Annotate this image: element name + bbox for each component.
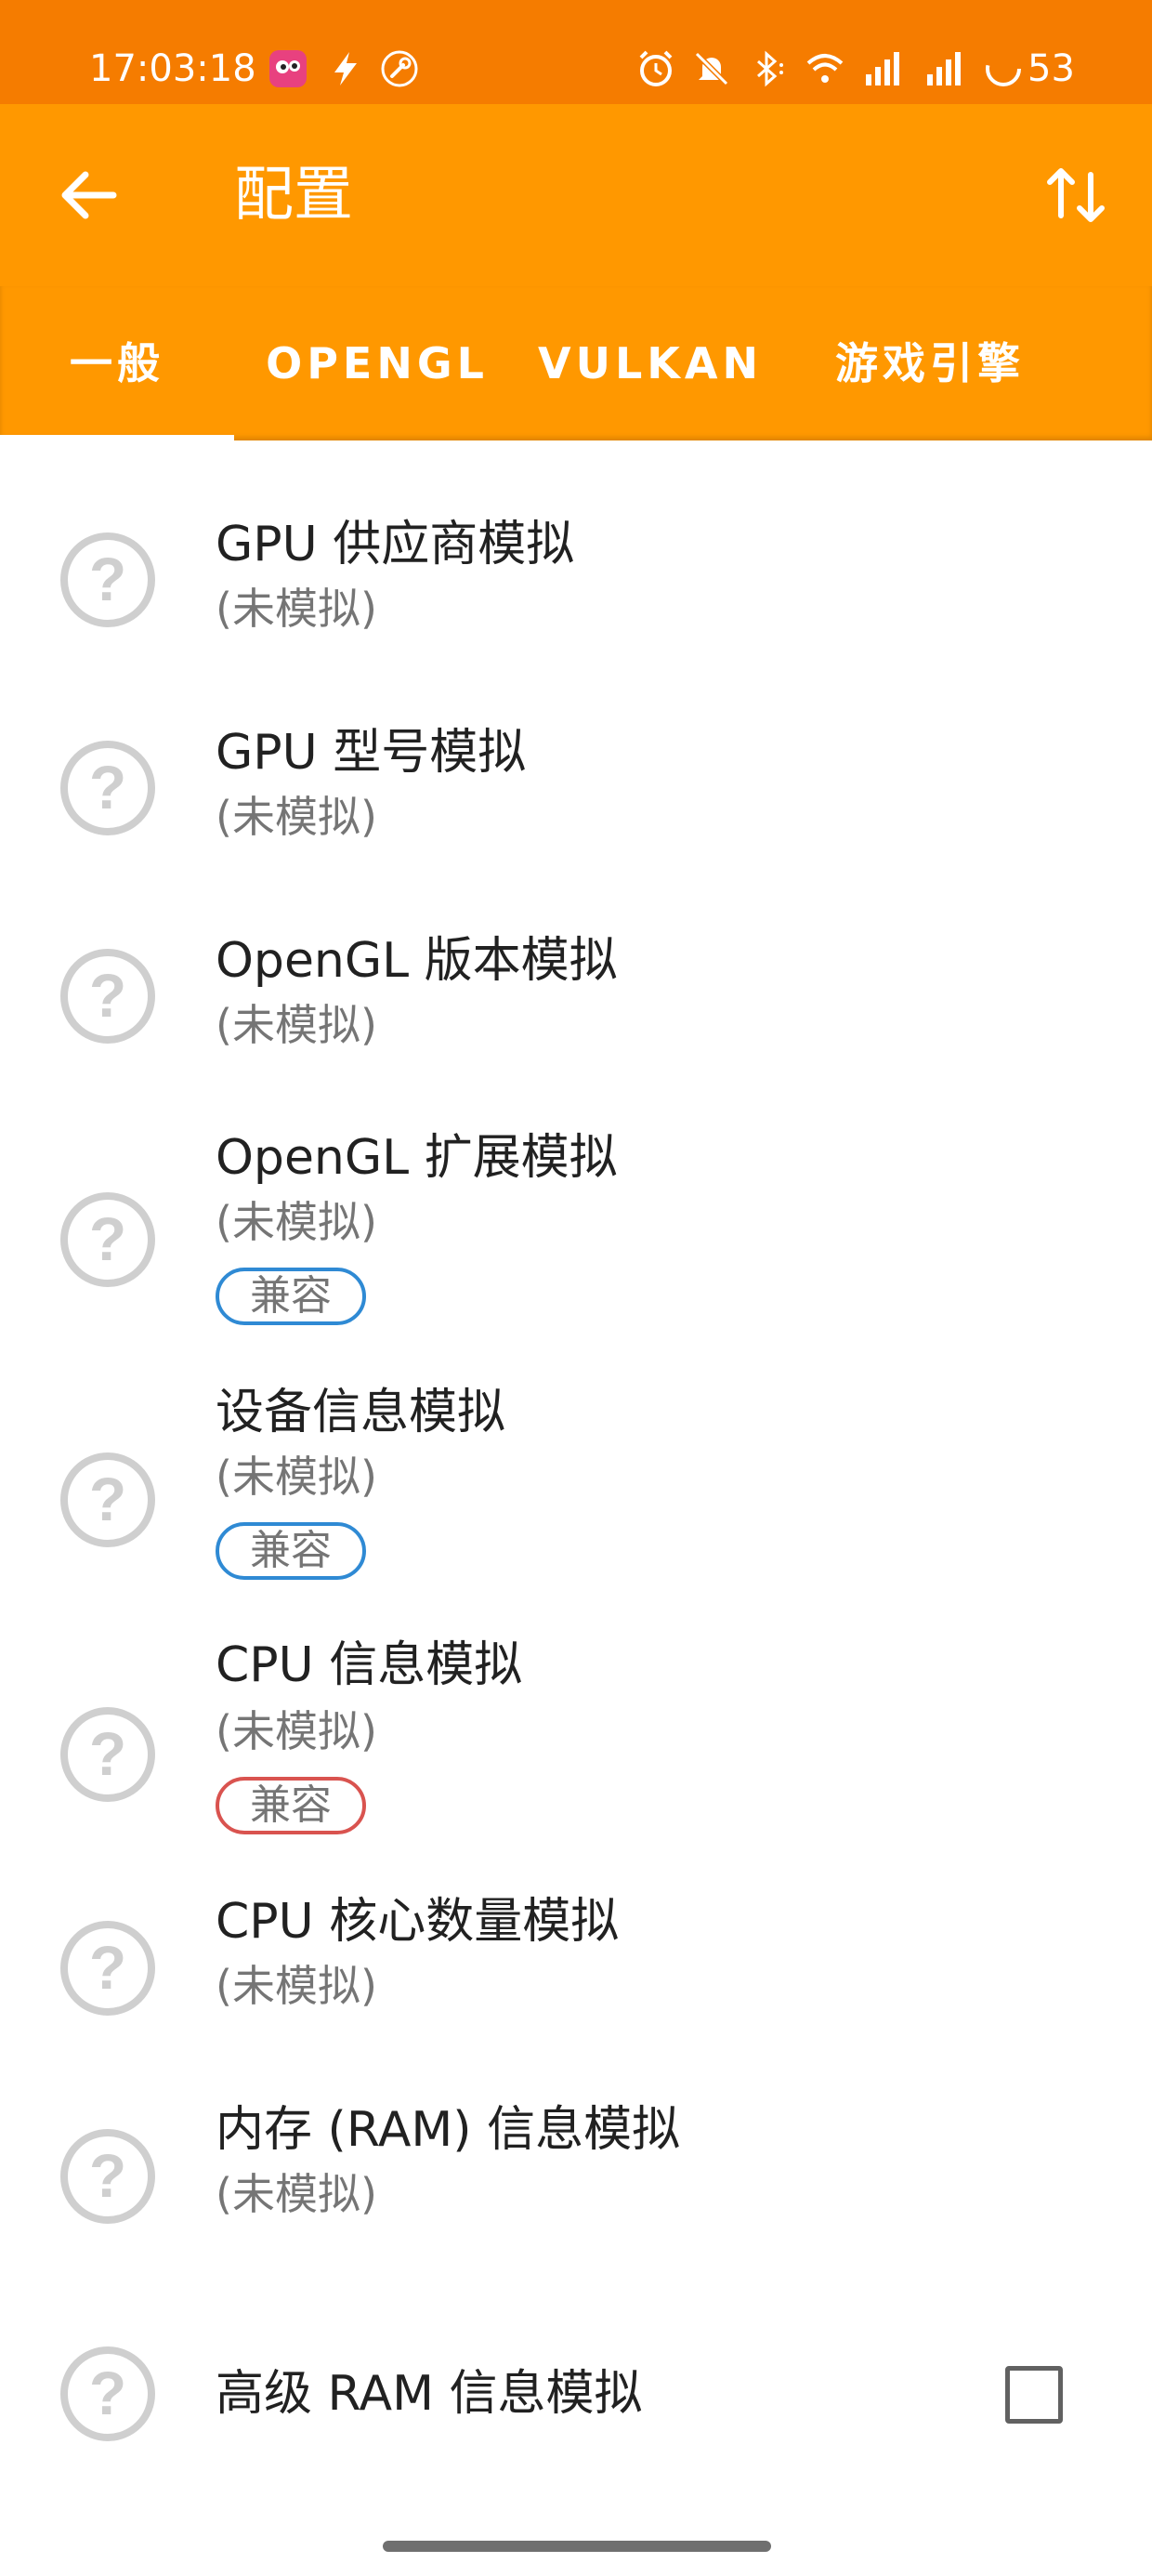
app-bar: 配置 <box>0 104 1152 286</box>
help-icon[interactable]: ? <box>58 946 158 1046</box>
item-subtitle: (未模拟) <box>216 792 377 842</box>
item-subtitle: (未模拟) <box>216 1961 377 2011</box>
svg-text:?: ? <box>89 961 126 1030</box>
list-item[interactable]: ? 设备信息模拟 (未模拟) 兼容 <box>0 1321 1152 1580</box>
svg-text:?: ? <box>89 753 126 821</box>
help-icon[interactable]: ? <box>58 1189 158 1290</box>
item-title: 高级 RAM 信息模拟 <box>216 2366 643 2422</box>
status-bar: 17:03:18 53 <box>0 0 1152 104</box>
bluetooth-icon <box>757 50 783 87</box>
navigation-handle[interactable] <box>383 2541 771 2552</box>
svg-text:?: ? <box>89 1933 126 2002</box>
tab-general[interactable]: 一般 <box>0 286 234 440</box>
flash-icon <box>334 52 357 85</box>
svg-text:?: ? <box>89 1204 126 1273</box>
item-title: GPU 供应商模拟 <box>216 517 575 572</box>
list-item[interactable]: ? GPU 供应商模拟 (未模拟) <box>0 440 1152 649</box>
advanced-ram-checkbox[interactable] <box>1005 2366 1063 2424</box>
item-title: GPU 型号模拟 <box>216 725 527 781</box>
list-item[interactable]: ? CPU 信息模拟 (未模拟) 兼容 <box>0 1574 1152 1834</box>
compat-badge: 兼容 <box>216 1522 366 1580</box>
alarm-icon <box>639 50 673 86</box>
mute-icon <box>694 51 729 86</box>
swap-vertical-icon[interactable] <box>1039 158 1113 232</box>
back-button[interactable] <box>54 160 124 230</box>
item-subtitle: (未模拟) <box>216 1000 377 1050</box>
wrench-icon <box>381 50 418 87</box>
item-subtitle: (未模拟) <box>216 584 377 634</box>
svg-text:?: ? <box>89 1719 126 1788</box>
item-title: CPU 核心数量模拟 <box>216 1894 620 1950</box>
compat-badge: 兼容 <box>216 1777 366 1834</box>
help-icon[interactable]: ? <box>58 530 158 630</box>
list-item[interactable]: ? GPU 型号模拟 (未模拟) <box>0 649 1152 857</box>
svg-text:?: ? <box>89 2141 126 2210</box>
list-item[interactable]: ? 高级 RAM 信息模拟 <box>0 2253 1152 2457</box>
tab-vulkan[interactable]: VULKAN <box>531 286 769 440</box>
app-notification-icon <box>269 50 307 87</box>
svg-text:?: ? <box>89 2359 126 2427</box>
status-time: 17:03:18 <box>89 47 256 90</box>
list-item[interactable]: ? 内存 (RAM) 信息模拟 (未模拟) <box>0 2035 1152 2253</box>
battery-level: 53 <box>1028 47 1075 90</box>
tab-bar: 一般 OPENGL VULKAN 游戏引擎 <box>0 286 1152 440</box>
item-title: 设备信息模拟 <box>216 1385 506 1440</box>
tab-opengl[interactable]: OPENGL <box>253 286 502 440</box>
list-item[interactable]: ? OpenGL 扩展模拟 (未模拟) 兼容 <box>0 1061 1152 1325</box>
help-icon[interactable]: ? <box>58 1918 158 2018</box>
item-title: OpenGL 版本模拟 <box>216 933 618 989</box>
help-icon[interactable]: ? <box>58 2344 158 2444</box>
item-subtitle: (未模拟) <box>216 1706 377 1756</box>
signal-icon <box>866 52 899 85</box>
help-icon[interactable]: ? <box>58 1450 158 1550</box>
svg-text:?: ? <box>89 545 126 613</box>
item-title: CPU 信息模拟 <box>216 1637 523 1693</box>
tab-game-engine[interactable]: 游戏引擎 <box>810 286 1050 440</box>
svg-text:?: ? <box>89 1465 126 1533</box>
item-title: OpenGL 扩展模拟 <box>216 1130 618 1186</box>
page-title: 配置 <box>234 161 353 230</box>
help-icon[interactable]: ? <box>58 1704 158 1805</box>
list-item[interactable]: ? CPU 核心数量模拟 (未模拟) <box>0 1827 1152 2035</box>
help-icon[interactable]: ? <box>58 2126 158 2227</box>
signal-icon <box>927 52 961 85</box>
wifi-icon <box>806 54 844 83</box>
compat-badge: 兼容 <box>216 1268 366 1325</box>
help-icon[interactable]: ? <box>58 738 158 838</box>
battery-icon <box>986 51 1021 86</box>
item-title: 内存 (RAM) 信息模拟 <box>216 2102 681 2158</box>
list-item[interactable]: ? OpenGL 版本模拟 (未模拟) <box>0 857 1152 1061</box>
item-subtitle: (未模拟) <box>216 1197 377 1247</box>
item-subtitle: (未模拟) <box>216 2169 377 2219</box>
item-subtitle: (未模拟) <box>216 1452 377 1502</box>
